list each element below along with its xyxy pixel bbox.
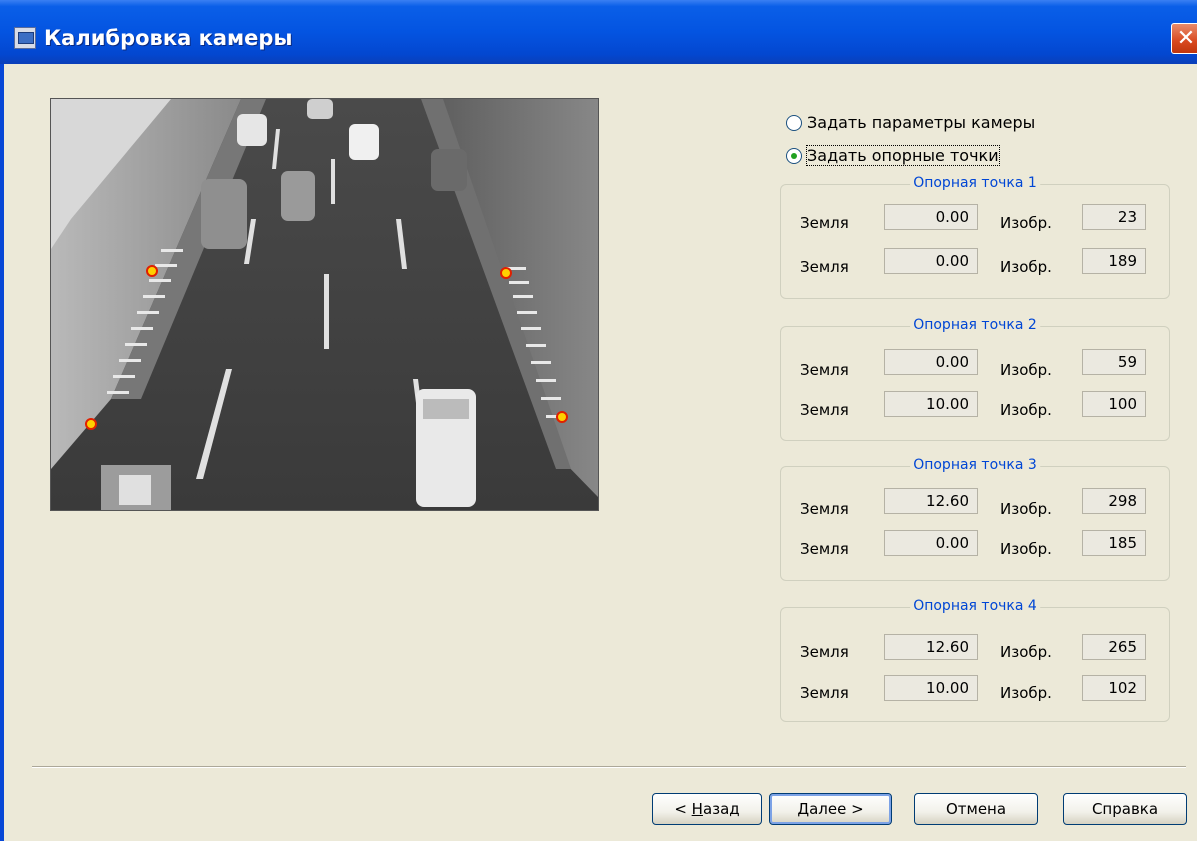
help-button[interactable]: Справка <box>1063 793 1187 825</box>
back-button-rest: азад <box>702 800 740 818</box>
radio-label: Задать опорные точки <box>806 145 1000 166</box>
next-button-hotkey: Д <box>797 800 810 818</box>
button-separator <box>32 766 1186 768</box>
radio-camera-parameters[interactable]: Задать параметры камеры <box>786 113 1035 132</box>
image-x-field-4[interactable]: 265 <box>1082 634 1146 660</box>
ground-label: Земля <box>800 258 849 276</box>
reference-marker-2 <box>500 267 512 279</box>
back-button-prefix: < <box>674 800 692 818</box>
ground-x-field-4[interactable]: 12.60 <box>884 634 978 660</box>
image-label: Изобр. <box>1000 540 1052 558</box>
image-y-field-2[interactable]: 100 <box>1082 391 1146 417</box>
ground-y-field-3[interactable]: 0.00 <box>884 530 978 556</box>
image-x-field-1[interactable]: 23 <box>1082 204 1146 230</box>
camera-image[interactable] <box>50 98 599 511</box>
ground-label: Земля <box>800 500 849 518</box>
ground-label: Земля <box>800 361 849 379</box>
ground-x-field-3[interactable]: 12.60 <box>884 488 978 514</box>
reference-marker-3 <box>85 418 97 430</box>
ground-label: Земля <box>800 684 849 702</box>
ground-y-field-2[interactable]: 10.00 <box>884 391 978 417</box>
radio-reference-points[interactable]: Задать опорные точки <box>786 145 1000 166</box>
radio-label: Задать параметры камеры <box>807 113 1036 132</box>
camera-view-drawing <box>51 99 598 510</box>
ground-x-field-1[interactable]: 0.00 <box>884 204 978 230</box>
next-button-rest: алее > <box>809 800 864 818</box>
reference-marker-4 <box>556 411 568 423</box>
ground-label: Земля <box>800 214 849 232</box>
image-label: Изобр. <box>1000 401 1052 419</box>
reference-marker-1 <box>146 265 158 277</box>
window-border <box>0 64 4 841</box>
image-y-field-1[interactable]: 189 <box>1082 248 1146 274</box>
image-label: Изобр. <box>1000 361 1052 379</box>
close-button[interactable]: ✕ <box>1171 23 1197 54</box>
group-title: Опорная точка 2 <box>910 317 1040 333</box>
window-title: Калибровка камеры <box>44 26 293 50</box>
image-label: Изобр. <box>1000 684 1052 702</box>
group-title: Опорная точка 3 <box>910 457 1040 473</box>
ground-y-field-4[interactable]: 10.00 <box>884 675 978 701</box>
back-button[interactable]: < Назад <box>652 793 762 825</box>
radio-circle[interactable] <box>786 114 802 131</box>
ground-x-field-2[interactable]: 0.00 <box>884 349 978 375</box>
image-x-field-3[interactable]: 298 <box>1082 488 1146 514</box>
image-label: Изобр. <box>1000 643 1052 661</box>
title-bar: Калибровка камеры ✕ <box>0 0 1197 64</box>
image-y-field-4[interactable]: 102 <box>1082 675 1146 701</box>
ground-label: Земля <box>800 540 849 558</box>
image-label: Изобр. <box>1000 214 1052 232</box>
cancel-button[interactable]: Отмена <box>914 793 1038 825</box>
image-x-field-2[interactable]: 59 <box>1082 349 1146 375</box>
ground-label: Земля <box>800 643 849 661</box>
reference-point-group-3: Опорная точка 3 <box>780 457 1170 581</box>
calibration-app-icon <box>14 27 36 49</box>
reference-point-group-2: Опорная точка 2 <box>780 317 1170 441</box>
radio-circle-selected[interactable] <box>786 147 802 164</box>
group-title: Опорная точка 4 <box>910 598 1040 614</box>
image-y-field-3[interactable]: 185 <box>1082 530 1146 556</box>
reference-point-group-4: Опорная точка 4 <box>780 598 1170 722</box>
group-title: Опорная точка 1 <box>910 175 1040 191</box>
image-label: Изобр. <box>1000 258 1052 276</box>
next-button[interactable]: Далее > <box>769 793 892 825</box>
ground-y-field-1[interactable]: 0.00 <box>884 248 978 274</box>
back-button-hotkey: Н <box>691 800 703 818</box>
reference-point-group-1: Опорная точка 1 <box>780 175 1170 299</box>
image-label: Изобр. <box>1000 500 1052 518</box>
ground-label: Земля <box>800 401 849 419</box>
